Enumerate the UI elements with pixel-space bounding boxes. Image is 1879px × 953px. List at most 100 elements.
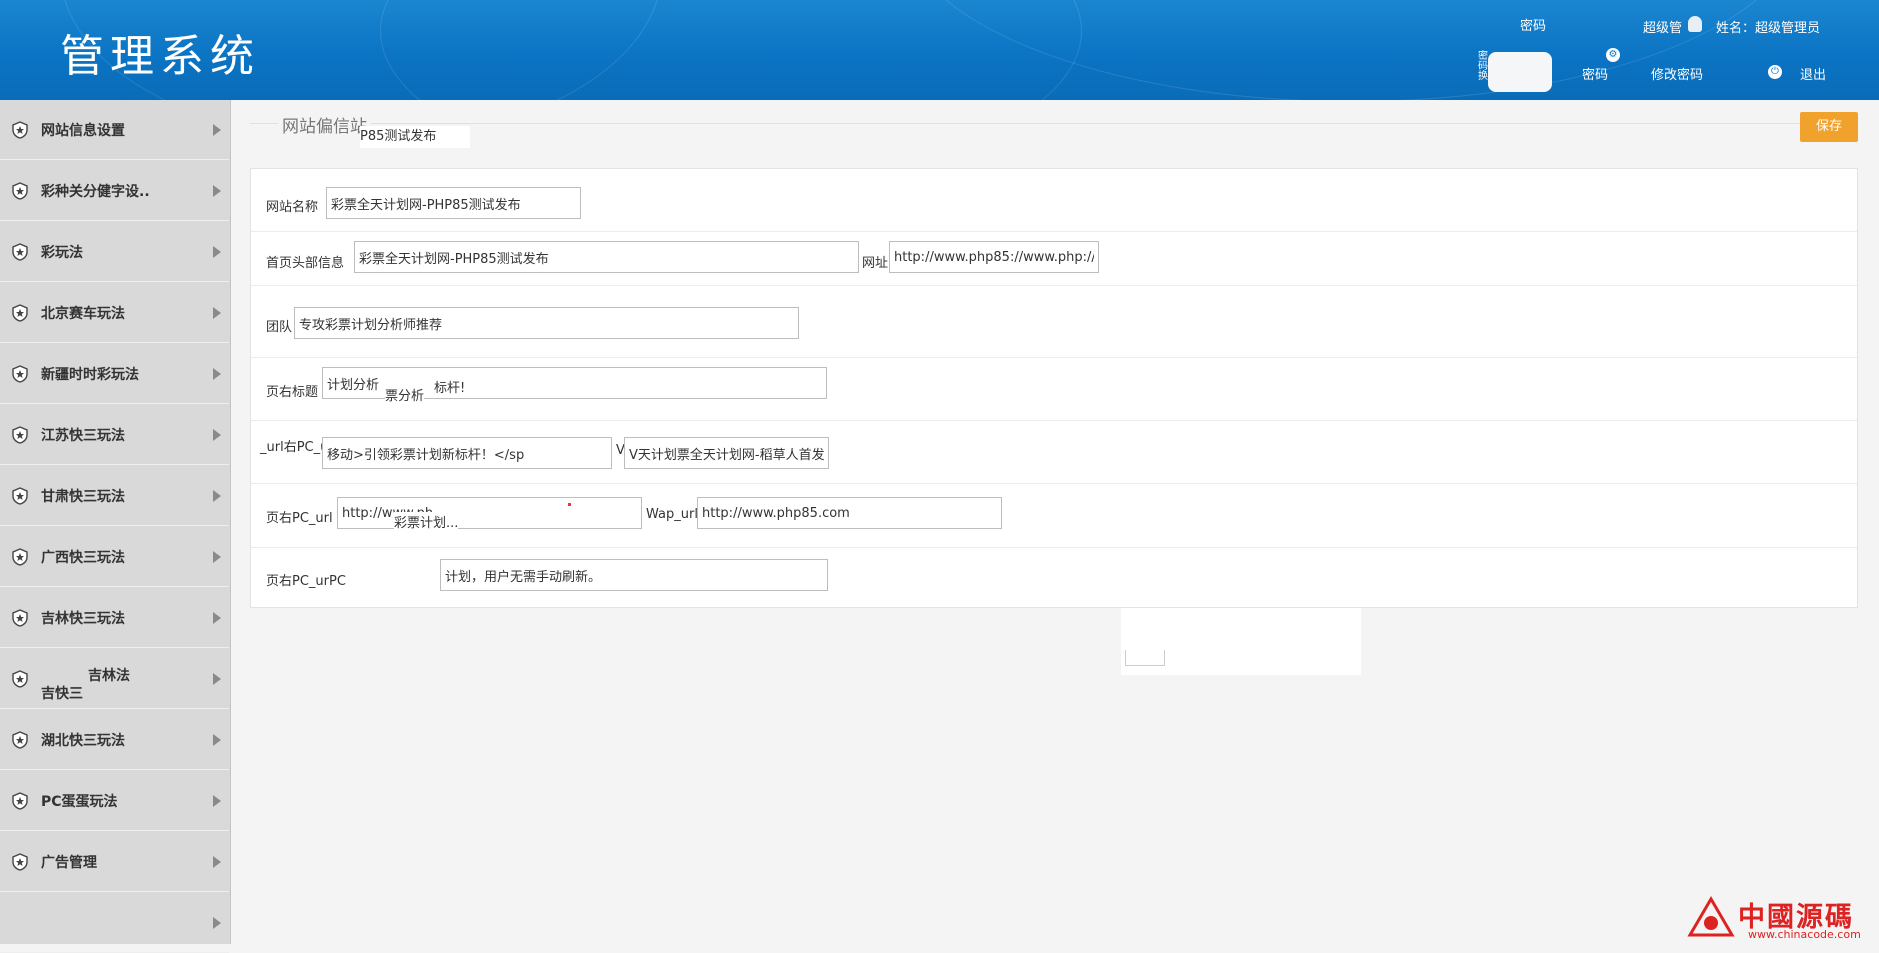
sidebar-item[interactable]: 彩种关分健字设.. [0, 161, 229, 221]
user-name-label: 姓名：超级管理员 [1716, 21, 1821, 36]
url-input[interactable] [889, 241, 1099, 273]
shield-star-icon [12, 181, 28, 200]
sidebar-item[interactable]: 吉林快三玩法 [0, 588, 229, 648]
shield-star-icon [12, 669, 28, 688]
role-label: 超级管 [1643, 21, 1683, 36]
sidebar-item[interactable]: PC蛋蛋玩法 [0, 771, 229, 831]
sidebar-item-label: 吉快三 [41, 686, 83, 702]
pc-url-b-input[interactable] [337, 497, 642, 529]
sidebar-item[interactable]: 湖北快三玩法 [0, 710, 229, 770]
sidebar-item[interactable]: 甘肃快三玩法 [0, 466, 229, 526]
form-row-site-name: 网站名称 [251, 169, 1857, 232]
sidebar: 网站信息设置彩种关分健字设.. 彩玩法北京赛车玩法 新疆时时彩玩法 江苏快三玩法 甘肃快… [0, 100, 231, 953]
page-title-label: 页右标题 [266, 385, 319, 400]
chevron-right-icon [213, 428, 221, 441]
logout-link[interactable]: 退出 [1800, 64, 1826, 83]
page-title-overlay-a: 票分析 [385, 385, 425, 404]
white-artifact-box [1125, 650, 1165, 666]
sidebar-item-overlay-label: 吉林法 [88, 668, 130, 684]
sidebar-item-label: 广告管理 [41, 854, 97, 871]
form-row-page-title: 页右标题 票分析 标杆! [251, 357, 1857, 421]
chevron-right-icon [213, 245, 221, 258]
sidebar-item-label: 网站信息设置 [41, 122, 125, 139]
sidebar-item-label: 江苏快三玩法 [41, 427, 125, 444]
sidebar-item-label: 广西快三玩法 [41, 549, 125, 566]
shield-star-icon [12, 791, 28, 810]
settings-panel: 网站名称 首页头部信息 网址 团队 页右标题 票分析 标杆! _url右PC_u… [250, 168, 1858, 608]
section-legend: 网站偏信站 [278, 112, 371, 137]
sidebar-item[interactable]: 江苏快三玩法 [0, 405, 229, 465]
ghost-link-text: 密码换 [1478, 51, 1488, 82]
ghost-password-link[interactable]: 密码 [1582, 64, 1608, 83]
sidebar-item-label: 吉林快三玩法 [41, 610, 125, 627]
site-name-label: 网站名称 [266, 200, 319, 215]
shield-star-icon [12, 120, 28, 139]
pc-url-c-label: 页右PC_urPC [266, 574, 346, 589]
pc-url-a-input[interactable] [322, 437, 612, 469]
sidebar-item[interactable]: 网站信息设置 [0, 100, 229, 160]
sidebar-item-label: 北京赛车玩法 [41, 305, 125, 322]
chevron-right-icon [213, 672, 221, 685]
shield-star-icon [12, 608, 28, 627]
sidebar-item-label: 彩玩法 [41, 244, 83, 261]
sidebar-item[interactable]: 彩玩法 [0, 222, 229, 282]
wap-url-input[interactable] [697, 497, 1002, 529]
chevron-right-icon [213, 184, 221, 197]
shield-star-icon [12, 730, 28, 749]
shield-star-icon [12, 425, 28, 444]
chevron-right-icon [213, 733, 221, 746]
team-input[interactable] [294, 307, 799, 339]
form-row-team: 团队 [251, 285, 1857, 358]
chevron-right-icon [213, 367, 221, 380]
watermark-logo-icon [1687, 896, 1735, 937]
app-title: 管理系统 [60, 31, 260, 82]
settings-icon: ⚙ [1606, 48, 1620, 62]
sidebar-item[interactable] [0, 893, 229, 953]
password-link-top[interactable]: 密码 [1520, 15, 1546, 34]
shield-star-icon [12, 547, 28, 566]
sidebar-item[interactable]: 吉快三 吉林法 [0, 649, 229, 709]
header-info-label: 首页头部信息 [266, 256, 345, 271]
page-title-overlay-b: 标杆! [434, 377, 466, 396]
sidebar-item-label: 甘肃快三玩法 [41, 488, 125, 505]
pc-url-b-overlay: 彩票计划... [394, 512, 459, 531]
chevron-right-icon [213, 611, 221, 624]
chevron-right-icon [213, 794, 221, 807]
ghost-tab-overlay: P85测试发布 [360, 126, 470, 148]
header-info-input[interactable] [354, 241, 859, 273]
chevron-right-icon [213, 306, 221, 319]
watermark-url: www.chinacode.com [1748, 928, 1861, 941]
shield-star-icon [12, 852, 28, 871]
shield-star-icon [12, 364, 28, 383]
pc-url-b-label: 页右PC_url [266, 511, 333, 526]
pc-url-a-input-2[interactable] [624, 437, 829, 469]
chevron-right-icon [213, 916, 221, 929]
form-row-pc-url-c: 页右PC_urPC [251, 547, 1857, 607]
watermark: 中國源碼 www.chinacode.com [1686, 895, 1861, 945]
legend-divider [250, 123, 1815, 124]
chevron-right-icon [213, 550, 221, 563]
form-row-header-info: 首页头部信息 网址 [251, 231, 1857, 286]
site-name-input[interactable] [326, 187, 581, 219]
sidebar-item[interactable]: 广西快三玩法 [0, 527, 229, 587]
save-button[interactable]: 保存 [1800, 112, 1858, 142]
chevron-right-icon [213, 123, 221, 136]
chevron-right-icon [213, 489, 221, 502]
app-header: 管理系统 密码 超级管 姓名：超级管理员 密码换 ⚙ 密码 修改密码 ⏻ 退出 [0, 0, 1879, 100]
sidebar-item-label: 新疆时时彩玩法 [41, 366, 139, 383]
sidebar-item[interactable]: 广告管理 [0, 832, 229, 892]
sidebar-item[interactable]: 新疆时时彩玩法 [0, 344, 229, 404]
user-avatar-icon [1688, 16, 1702, 32]
header-smudge [1488, 52, 1552, 92]
sidebar-item-label: 湖北快三玩法 [41, 732, 125, 749]
form-row-pc-url-a: _url右PC_u V [251, 420, 1857, 484]
shield-star-icon [12, 303, 28, 322]
form-row-pc-url-b: 页右PC_url 彩票计划... Wap_url [251, 483, 1857, 548]
sidebar-item[interactable]: 北京赛车玩法 [0, 283, 229, 343]
team-label: 团队 [266, 320, 293, 335]
pc-url-c-input[interactable] [440, 559, 828, 591]
sidebar-item-label: 彩种关分健字设.. [41, 183, 150, 200]
shield-star-icon [12, 242, 28, 261]
sidebar-item-label: PC蛋蛋玩法 [41, 793, 118, 810]
change-password-link[interactable]: 修改密码 [1651, 64, 1703, 83]
